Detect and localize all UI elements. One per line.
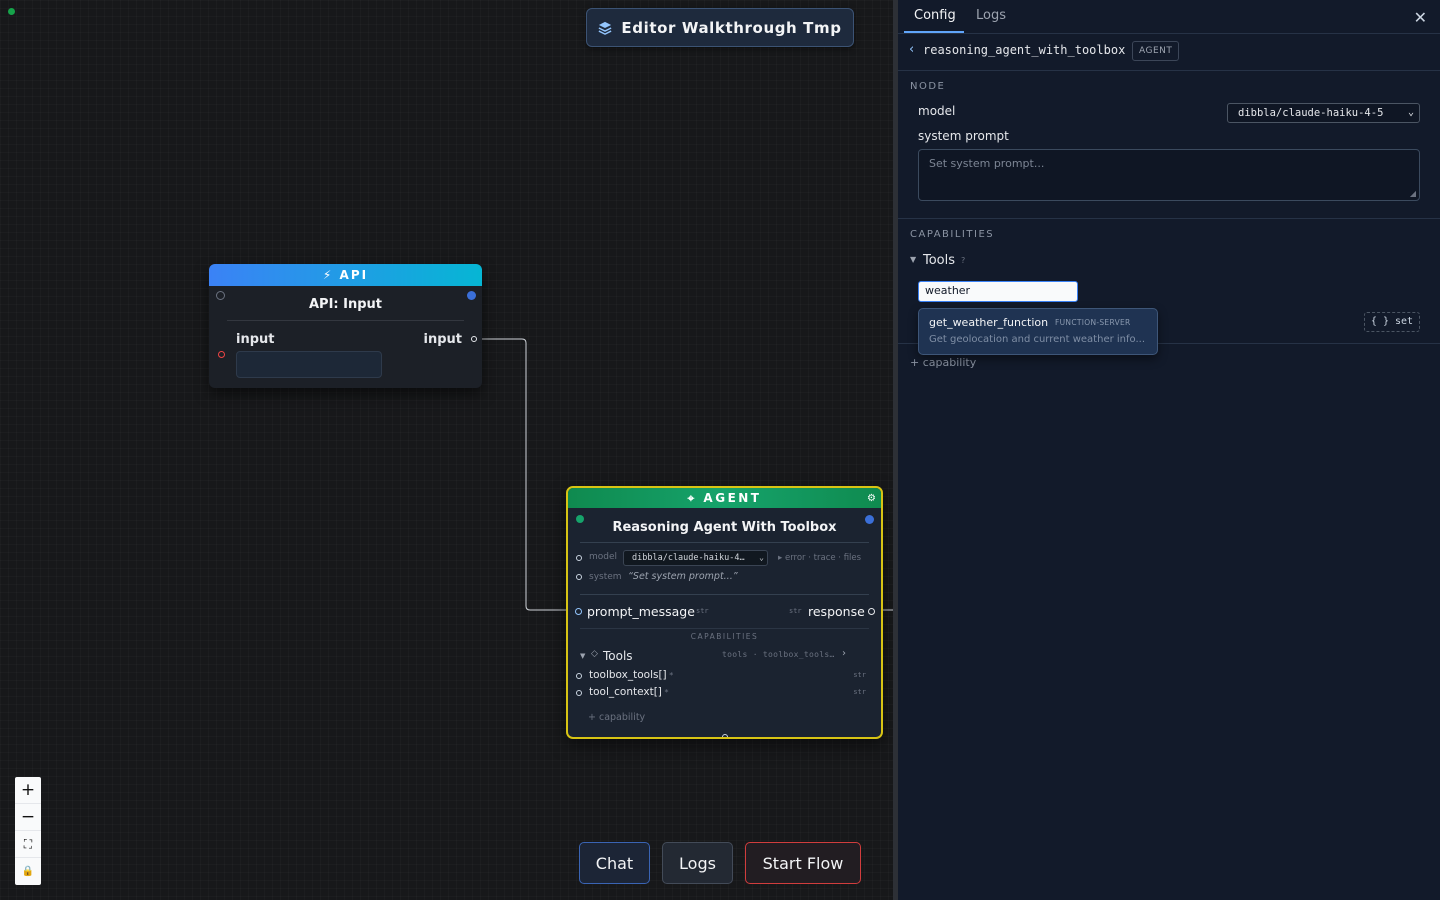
logs-button[interactable]: Logs	[662, 842, 733, 884]
zoom-controls: + − ⛶ 🔒	[15, 777, 41, 885]
agent-model-value: dibbla/claude-haiku-4…	[632, 553, 745, 563]
agent-node-header: ⌖ AGENT ⚙	[568, 488, 881, 508]
system-prompt-placeholder: Set system prompt...	[929, 157, 1045, 170]
api-input-field[interactable]	[236, 351, 382, 378]
breadcrumb: ‹ reasoning_agent_with_toolbox AGENT	[898, 41, 1440, 71]
chevron-right-icon[interactable]: ›	[842, 648, 846, 659]
node-name: reasoning_agent_with_toolbox	[923, 43, 1126, 57]
lock-icon[interactable]: 🔒	[15, 858, 41, 885]
api-input-node[interactable]: ⚡ API API: Input input input	[209, 264, 482, 388]
gear-icon[interactable]: ⚙	[867, 488, 876, 509]
system-handle[interactable]	[576, 574, 582, 580]
agent-tools-meta: tools · toolbox_tools…	[722, 650, 835, 659]
set-json-button[interactable]: { } set	[1364, 312, 1420, 332]
connection-status-dot	[8, 8, 15, 15]
system-prompt-label: system prompt	[918, 129, 1009, 143]
zoom-in-button[interactable]: +	[15, 777, 41, 804]
response-output-handle[interactable]	[868, 608, 875, 615]
chevron-down-icon: ⌄	[759, 553, 764, 562]
divider	[580, 542, 869, 543]
api-input-handle[interactable]	[218, 351, 225, 358]
agent-system-value[interactable]: “Set system prompt...”	[628, 571, 738, 582]
zoom-out-button[interactable]: −	[15, 804, 41, 831]
model-select[interactable]: dibbla/claude-haiku-4-5 ⌄	[1227, 103, 1420, 123]
field-label: tool_context[]	[589, 686, 662, 698]
model-handle[interactable]	[576, 555, 582, 561]
agent-model-select[interactable]: dibbla/claude-haiku-4… ⌄	[623, 550, 768, 566]
active-tab-indicator	[904, 31, 964, 33]
field-handle[interactable]	[576, 690, 582, 696]
tab-logs[interactable]: Logs	[976, 8, 1006, 23]
prompt-message-port: prompt_message	[587, 604, 695, 619]
add-capability-button[interactable]: + capability	[910, 356, 976, 369]
response-type-tag: str	[789, 607, 802, 615]
node-section-heading: NODE	[910, 81, 946, 92]
flow-title-badge[interactable]: Editor Walkthrough Tmp	[586, 8, 854, 47]
divider	[898, 218, 1440, 219]
help-icon[interactable]: ?	[961, 256, 965, 265]
agent-model-label: model	[589, 552, 618, 562]
agent-header-label: ⌖ AGENT	[687, 491, 762, 505]
back-chevron-icon[interactable]: ‹	[909, 42, 914, 57]
layers-icon	[598, 21, 612, 35]
chat-button[interactable]: Chat	[579, 842, 650, 884]
agent-tools-label[interactable]: Tools	[603, 649, 633, 663]
agent-node[interactable]: ⌖ AGENT ⚙ Reasoning Agent With Toolbox m…	[566, 486, 883, 739]
tool-suggestion-dropdown: get_weather_function FUNCTION-SERVER Get…	[918, 308, 1158, 355]
api-output-handle[interactable]	[471, 336, 477, 342]
close-icon[interactable]: ✕	[1414, 8, 1427, 27]
agent-node-title: Reasoning Agent With Toolbox	[612, 520, 837, 535]
api-node-title: API: Input	[308, 297, 383, 312]
field-type-tag: str	[853, 671, 866, 679]
model-label: model	[918, 104, 956, 118]
resize-grip-icon[interactable]: ◢	[1410, 189, 1416, 198]
system-prompt-textarea[interactable]: Set system prompt... ◢	[918, 149, 1420, 201]
response-port: response	[808, 604, 865, 619]
tools-label: Tools	[923, 253, 956, 268]
chevron-down-icon: ⌄	[1407, 107, 1414, 118]
agent-system-label: system	[589, 572, 622, 582]
toolbox-tools-field: toolbox_tools[] *	[589, 669, 674, 681]
agent-add-capability-button[interactable]: + capability	[588, 712, 645, 723]
diamond-icon: ◇	[591, 649, 598, 659]
agent-bottom-handle[interactable]	[722, 734, 728, 737]
edge-layer	[477, 338, 893, 611]
api-input-label: input	[236, 332, 275, 347]
api-node-header: ⚡ API	[209, 264, 482, 286]
caret-down-icon[interactable]: ▼	[910, 255, 916, 264]
config-panel: Config Logs ✕ ‹ reasoning_agent_with_too…	[898, 0, 1440, 900]
caret-down-icon[interactable]: ▼	[580, 652, 585, 660]
panel-tabs: Config Logs ✕	[898, 0, 1440, 34]
field-label: toolbox_tools[]	[589, 669, 667, 681]
tool-suggestion-tag: FUNCTION-SERVER	[1055, 318, 1131, 327]
tab-config[interactable]: Config	[914, 8, 956, 23]
agent-meta-links[interactable]: ▸ error · trace · files	[778, 553, 861, 563]
tool-suggestion-name: get_weather_function	[929, 316, 1049, 329]
field-type-tag: str	[853, 688, 866, 696]
prompt-type-tag: str	[696, 607, 709, 615]
divider	[227, 320, 464, 321]
start-flow-button[interactable]: Start Flow	[745, 842, 861, 884]
tool-suggestion-description: Get geolocation and current weather info…	[929, 334, 1145, 345]
divider	[580, 594, 869, 595]
agent-capabilities-heading: CAPABILITIES	[690, 632, 759, 641]
api-output-label: input	[423, 332, 463, 347]
flow-canvas[interactable]: Editor Walkthrough Tmp ⚡ API API: Input …	[0, 0, 893, 900]
tool-context-field: tool_context[] *	[589, 686, 669, 698]
field-handle[interactable]	[576, 673, 582, 679]
divider	[580, 628, 869, 629]
node-type-badge: AGENT	[1132, 41, 1180, 61]
capabilities-section-heading: CAPABILITIES	[910, 229, 995, 240]
fit-view-icon[interactable]: ⛶	[15, 831, 41, 858]
model-select-value: dibbla/claude-haiku-4-5	[1238, 107, 1384, 119]
edge-api-to-agent	[477, 338, 574, 611]
flow-title: Editor Walkthrough Tmp	[621, 18, 842, 37]
prompt-input-handle[interactable]	[575, 608, 582, 615]
tool-search-input[interactable]: weather	[918, 281, 1078, 302]
